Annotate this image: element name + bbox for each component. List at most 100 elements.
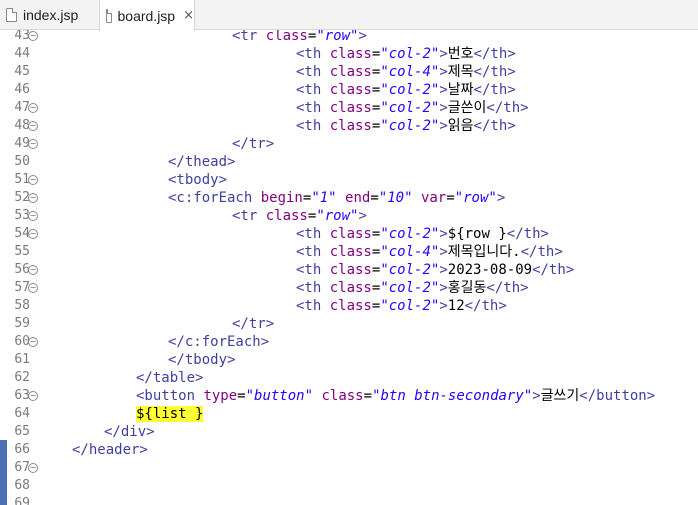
- code-line[interactable]: 60− </c:forEach>: [0, 333, 698, 351]
- fold-minus-icon[interactable]: −: [28, 175, 38, 185]
- code-line[interactable]: 56− <th class="col-2">2023-08-09</th>: [0, 261, 698, 279]
- fold-minus-icon[interactable]: −: [28, 193, 38, 203]
- code-token: 12: [447, 298, 465, 314]
- code-line[interactable]: 57− <th class="col-2">홍길동</th>: [0, 279, 698, 297]
- code-line[interactable]: 45 <th class="col-4">제목</th>: [0, 63, 698, 81]
- code-token: >: [439, 64, 448, 80]
- code-line[interactable]: 53− <tr class="row">: [0, 207, 698, 225]
- code-token: </table>: [136, 370, 204, 386]
- code-text: <button type="button" class="btn btn-sec…: [136, 387, 655, 405]
- code-text: </tr>: [232, 135, 274, 153]
- code-token: "10": [378, 190, 413, 206]
- code-token: class: [329, 244, 372, 260]
- code-text: <c:forEach begin="1" end="10" var="row">: [168, 189, 505, 207]
- file-icon: [6, 8, 17, 22]
- code-editor[interactable]: 43− <tr class="row"> 44 <th class="col-2">번…: [0, 30, 698, 505]
- code-line[interactable]: 67−: [0, 459, 698, 477]
- fold-minus-icon[interactable]: −: [28, 229, 38, 239]
- code-line[interactable]: 50 </thead>: [0, 153, 698, 171]
- fold-minus-icon[interactable]: −: [28, 265, 38, 275]
- code-token: <c:forEach: [168, 190, 261, 206]
- code-token: 제목: [447, 64, 474, 80]
- code-token: class: [265, 208, 308, 224]
- code-token: >: [439, 100, 448, 116]
- code-token: >: [532, 388, 541, 404]
- code-token: >: [439, 226, 448, 242]
- fold-minus-icon[interactable]: −: [28, 391, 38, 401]
- code-line[interactable]: 48− <th class="col-2">읽음</th>: [0, 117, 698, 135]
- code-line[interactable]: 49− </tr>: [0, 135, 698, 153]
- code-token: </thead>: [168, 154, 236, 170]
- tab-index-jsp[interactable]: index.jsp: [0, 0, 98, 30]
- code-line[interactable]: 59 </tr>: [0, 315, 698, 333]
- code-line[interactable]: 55 <th class="col-4">제목입니다.</th>: [0, 243, 698, 261]
- code-line[interactable]: 66 </header>: [0, 441, 698, 459]
- code-line[interactable]: 58 <th class="col-2">12</th>: [0, 297, 698, 315]
- code-token: "col-2": [380, 298, 440, 314]
- line-number: 44: [14, 46, 30, 61]
- fold-minus-icon[interactable]: −: [28, 283, 38, 293]
- close-icon[interactable]: ×: [183, 8, 194, 23]
- code-token: "row": [454, 190, 497, 206]
- fold-minus-icon[interactable]: −: [28, 31, 38, 41]
- line-number: 56: [14, 262, 30, 277]
- code-token: "col-2": [380, 100, 440, 116]
- code-token: 제목입니다.: [447, 244, 521, 260]
- fold-minus-icon[interactable]: −: [28, 463, 38, 473]
- code-line[interactable]: 65 </div>: [0, 423, 698, 441]
- editor-tab-bar: index.jsp board.jsp ×: [0, 0, 698, 31]
- code-token: =: [363, 388, 373, 404]
- code-text: <th class="col-2">${row }</th>: [296, 225, 549, 243]
- code-line[interactable]: 44 <th class="col-2">번호</th>: [0, 45, 698, 63]
- fold-minus-icon[interactable]: −: [28, 139, 38, 149]
- code-token: "col-2": [380, 226, 440, 242]
- code-line[interactable]: 43− <tr class="row">: [0, 30, 698, 45]
- highlighted-expression: ${list }: [136, 406, 204, 422]
- code-line[interactable]: 52− <c:forEach begin="1" end="10" var="ro…: [0, 189, 698, 207]
- line-number: 45: [14, 64, 30, 79]
- code-text: <th class="col-2">날짜</th>: [296, 81, 516, 99]
- code-token: <th: [296, 82, 330, 98]
- code-line[interactable]: 69: [0, 495, 698, 505]
- code-line[interactable]: 51− <tbody>: [0, 171, 698, 189]
- line-number: 57: [14, 280, 30, 295]
- code-token: ${row }: [447, 226, 507, 242]
- code-token: </header>: [72, 442, 148, 458]
- code-token: "row": [316, 208, 359, 224]
- code-line[interactable]: 62 </table>: [0, 369, 698, 387]
- code-line[interactable]: 47− <th class="col-2">글쓴이</th>: [0, 99, 698, 117]
- line-number: 58: [14, 298, 30, 313]
- code-token: <th: [296, 64, 330, 80]
- code-text: </tbody>: [168, 351, 235, 369]
- code-line[interactable]: 68: [0, 477, 698, 495]
- fold-minus-icon[interactable]: −: [28, 121, 38, 131]
- code-token: "col-2": [380, 46, 440, 62]
- line-number: 68: [14, 478, 30, 493]
- line-number: 53: [14, 208, 30, 223]
- code-token: <tr: [232, 30, 266, 44]
- code-token: begin: [260, 190, 303, 206]
- code-token: <th: [296, 46, 330, 62]
- line-number: 50: [14, 154, 30, 169]
- fold-minus-icon[interactable]: −: [28, 103, 38, 113]
- line-number: 47: [14, 100, 30, 115]
- code-token: 날짜: [447, 82, 474, 98]
- fold-minus-icon[interactable]: −: [28, 337, 38, 347]
- code-line[interactable]: 61 </tbody>: [0, 351, 698, 369]
- code-line[interactable]: 64 ${list }: [0, 405, 698, 423]
- fold-minus-icon[interactable]: −: [28, 211, 38, 221]
- code-token: >: [439, 262, 448, 278]
- code-text: <th class="col-2">2023-08-09</th>: [296, 261, 574, 279]
- tab-board-jsp[interactable]: board.jsp ×: [99, 0, 195, 31]
- code-line[interactable]: 46 <th class="col-2">날짜</th>: [0, 81, 698, 99]
- code-token: class: [329, 298, 372, 314]
- code-token: >: [439, 118, 448, 134]
- code-line[interactable]: 63− <button type="button" class="btn btn-…: [0, 387, 698, 405]
- code-token: </c:forEach>: [168, 334, 270, 350]
- code-line[interactable]: 54− <th class="col-2">${row }</th>: [0, 225, 698, 243]
- code-token: "row": [316, 30, 359, 44]
- code-token: >: [439, 244, 448, 260]
- code-text: </tr>: [232, 315, 274, 333]
- code-token: class: [329, 118, 372, 134]
